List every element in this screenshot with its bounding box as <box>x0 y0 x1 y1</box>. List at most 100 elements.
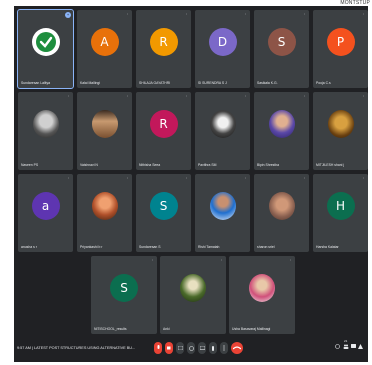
activities-button[interactable] <box>358 344 363 351</box>
pin-badge[interactable]: + <box>65 12 71 18</box>
participant-tile[interactable]: ‘ R Nithisha Seea <box>136 92 191 170</box>
check-avatar <box>31 27 60 56</box>
participant-tile[interactable]: ‘ P Pooja C.s <box>313 10 368 88</box>
participant-name: Kalai Mallingi <box>80 81 100 85</box>
people-button[interactable] <box>343 344 349 351</box>
participant-tile[interactable]: ‘ S NITISCHOOL_results <box>91 256 157 334</box>
participant-tile[interactable]: ‘ Vaishnavi N <box>77 92 132 170</box>
meeting-stage: + Sundaresan Lalitya ‘ A Kalai Mallingi … <box>14 6 368 362</box>
avatar: H <box>326 191 355 220</box>
smile-icon <box>188 345 194 351</box>
participant-tile[interactable]: ‘ R SHILAJA GAYATHRI <box>136 10 191 88</box>
participant-tile[interactable]: ‘ Priyankashi b r <box>77 174 132 252</box>
participant-tile[interactable]: ‘ Naveen PS <box>18 92 73 170</box>
reactions-button[interactable] <box>187 342 195 354</box>
participant-tile[interactable]: ‘ Bipin Shrestha <box>254 92 309 170</box>
avatar: A <box>90 27 119 56</box>
participant-tile[interactable]: ‘ Pavithra SM <box>195 92 250 170</box>
chat-icon <box>351 344 356 348</box>
participant-name: SHILAJA GAYATHRI <box>139 81 171 85</box>
participant-tile[interactable]: ‘ A Kalai Mallingi <box>77 10 132 88</box>
profile-photo <box>32 109 59 138</box>
mic-muted-icon: ‘ <box>152 258 153 263</box>
bottom-control-bar: 9:57 AM | LATEST POST STRUCTURES USING A… <box>14 338 368 360</box>
mic-off-button[interactable] <box>154 342 162 354</box>
participant-name: Pooja C.s <box>316 81 331 85</box>
participant-name: Naveen PS <box>21 163 39 167</box>
mic-muted-icon: ‘ <box>186 94 187 99</box>
participant-name: Harsha Kalatar <box>316 245 339 249</box>
participant-tile[interactable]: ‘ Usha Basavaraj Mallinagi <box>229 256 295 334</box>
participant-tile[interactable]: ‘ MITJILESH shani j <box>313 92 368 170</box>
present-button[interactable] <box>198 342 206 354</box>
avatar: D <box>208 27 237 56</box>
end-call-button[interactable] <box>231 342 243 354</box>
participant-name: Priyankashi b r <box>80 245 103 249</box>
participant-tile[interactable]: ‘ D SI SURENDRA S J <box>195 10 250 88</box>
profile-photo <box>91 109 118 138</box>
avatar: R <box>149 27 178 56</box>
activities-icon <box>358 344 363 349</box>
participant-tile[interactable]: + Sundaresan Lalitya <box>17 9 74 89</box>
captions-button[interactable] <box>176 342 184 354</box>
avatar: S <box>110 273 138 302</box>
mic-muted-icon: ‘ <box>245 94 246 99</box>
avatar: S <box>149 191 178 220</box>
more-vert-icon <box>223 345 225 351</box>
avatar: S <box>267 27 296 56</box>
mic-muted-icon: ‘ <box>363 12 364 17</box>
participant-name: MITJILESH shani j <box>316 163 345 167</box>
participant-name: Bipin Shrestha <box>257 163 280 167</box>
mic-muted-icon: ‘ <box>127 94 128 99</box>
mic-muted-icon: ‘ <box>127 12 128 17</box>
mic-muted-icon: ‘ <box>68 176 69 181</box>
camera-off-button[interactable] <box>165 342 173 354</box>
mic-muted-icon: ‘ <box>304 12 305 17</box>
participant-tile[interactable]: ‘ Rishi Tamatah <box>195 174 250 252</box>
mic-off-icon <box>157 345 159 349</box>
chat-button[interactable] <box>351 344 356 351</box>
mic-muted-icon: ‘ <box>127 176 128 181</box>
profile-photo <box>268 191 295 220</box>
participant-name: Sasikala K.G. <box>257 81 278 85</box>
profile-photo <box>91 191 118 220</box>
participant-tile[interactable]: ‘ Anki <box>160 256 226 334</box>
avatar: a <box>31 191 60 220</box>
check-icon <box>35 31 56 52</box>
present-icon <box>199 346 205 350</box>
mic-muted-icon: ‘ <box>245 12 246 17</box>
info-button[interactable] <box>335 344 340 351</box>
participant-name: Nithisha Seea <box>139 163 161 167</box>
avatar: R <box>149 109 178 138</box>
participant-name: Usha Basavaraj Mallinagi <box>232 327 271 331</box>
captions-icon <box>177 346 183 350</box>
people-icon <box>343 344 349 349</box>
profile-photo <box>249 273 275 302</box>
participant-tile[interactable]: ‘ a anusha s r <box>18 174 73 252</box>
participant-tile[interactable]: ‘ S Sasikala K.G. <box>254 10 309 88</box>
hangup-icon <box>233 346 241 350</box>
mic-muted-icon: ‘ <box>290 258 291 263</box>
mic-muted-icon: ‘ <box>363 176 364 181</box>
meeting-info: 9:57 AM | LATEST POST STRUCTURES USING A… <box>17 346 136 350</box>
participant-tile[interactable]: ‘ H Harsha Kalatar <box>313 174 368 252</box>
profile-photo <box>327 109 354 138</box>
participant-tile[interactable]: ‘ sharon sriel <box>254 174 309 252</box>
hand-icon <box>212 345 214 351</box>
avatar: P <box>326 27 355 56</box>
mic-muted-icon: ‘ <box>245 176 246 181</box>
mic-muted-icon: ‘ <box>68 94 69 99</box>
raise-hand-button[interactable] <box>209 342 217 354</box>
participant-name: Sundaresan S <box>139 245 161 249</box>
participant-name: Pavithra SM <box>198 163 217 167</box>
mic-muted-icon: ‘ <box>186 12 187 17</box>
profile-photo <box>268 109 295 138</box>
more-options-button[interactable] <box>220 342 228 354</box>
camera-off-icon <box>166 346 170 350</box>
participant-name: Anki <box>163 327 170 331</box>
mic-muted-icon: ‘ <box>186 176 187 181</box>
participant-name: anusha s r <box>21 245 37 249</box>
participant-tile[interactable]: ‘ S Sundaresan S <box>136 174 191 252</box>
mic-muted-icon: ‘ <box>304 176 305 181</box>
participant-name: sharon sriel <box>257 245 275 249</box>
